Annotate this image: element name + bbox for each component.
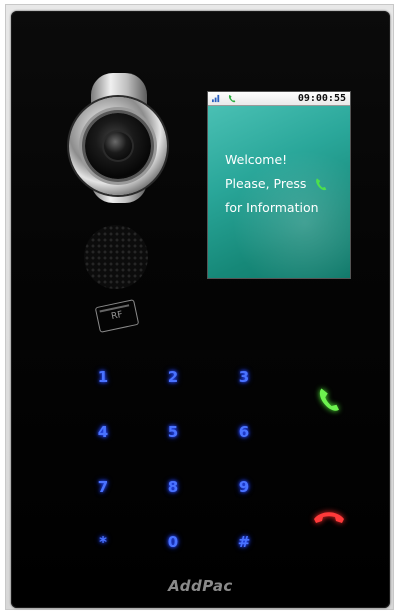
call-hint-icon — [316, 177, 327, 190]
key-3[interactable]: 3 — [229, 362, 259, 392]
rf-label: RF — [110, 309, 124, 323]
clock-time: 09:00:55 — [297, 93, 346, 104]
call-button[interactable] — [309, 388, 349, 414]
phone-icon — [228, 94, 236, 102]
key-4[interactable]: 4 — [88, 417, 118, 447]
brand-logo: AddPac — [168, 577, 233, 595]
device-panel: RF 09:00:55 Welcome! Please, Press for I… — [11, 11, 390, 608]
rf-card-reader[interactable]: RF — [94, 299, 140, 333]
welcome-line-2: Please, Press — [225, 176, 307, 191]
key-6[interactable]: 6 — [229, 417, 259, 447]
key-7[interactable]: 7 — [88, 472, 118, 502]
end-call-button[interactable] — [309, 504, 349, 530]
key-8[interactable]: 8 — [158, 472, 188, 502]
welcome-line-2-wrap: Please, Press — [225, 172, 329, 196]
key-5[interactable]: 5 — [158, 417, 188, 447]
key-0[interactable]: 0 — [158, 527, 188, 557]
key-hash[interactable]: # — [229, 527, 259, 557]
lcd-screen: 09:00:55 Welcome! Please, Press for Info… — [207, 91, 351, 279]
welcome-message: Welcome! Please, Press for Information — [225, 148, 329, 220]
key-1[interactable]: 1 — [88, 362, 118, 392]
speaker-grille — [84, 225, 148, 289]
welcome-line-1: Welcome! — [225, 152, 288, 167]
network-icon — [212, 94, 220, 103]
key-9[interactable]: 9 — [229, 472, 259, 502]
key-2[interactable]: 2 — [158, 362, 188, 392]
status-bar: 09:00:55 — [208, 92, 350, 106]
end-call-icon — [314, 512, 344, 523]
camera-lens — [104, 132, 132, 160]
welcome-line-3: for Information — [225, 200, 319, 215]
key-star[interactable]: * — [88, 527, 118, 557]
call-phone-icon — [319, 388, 339, 411]
